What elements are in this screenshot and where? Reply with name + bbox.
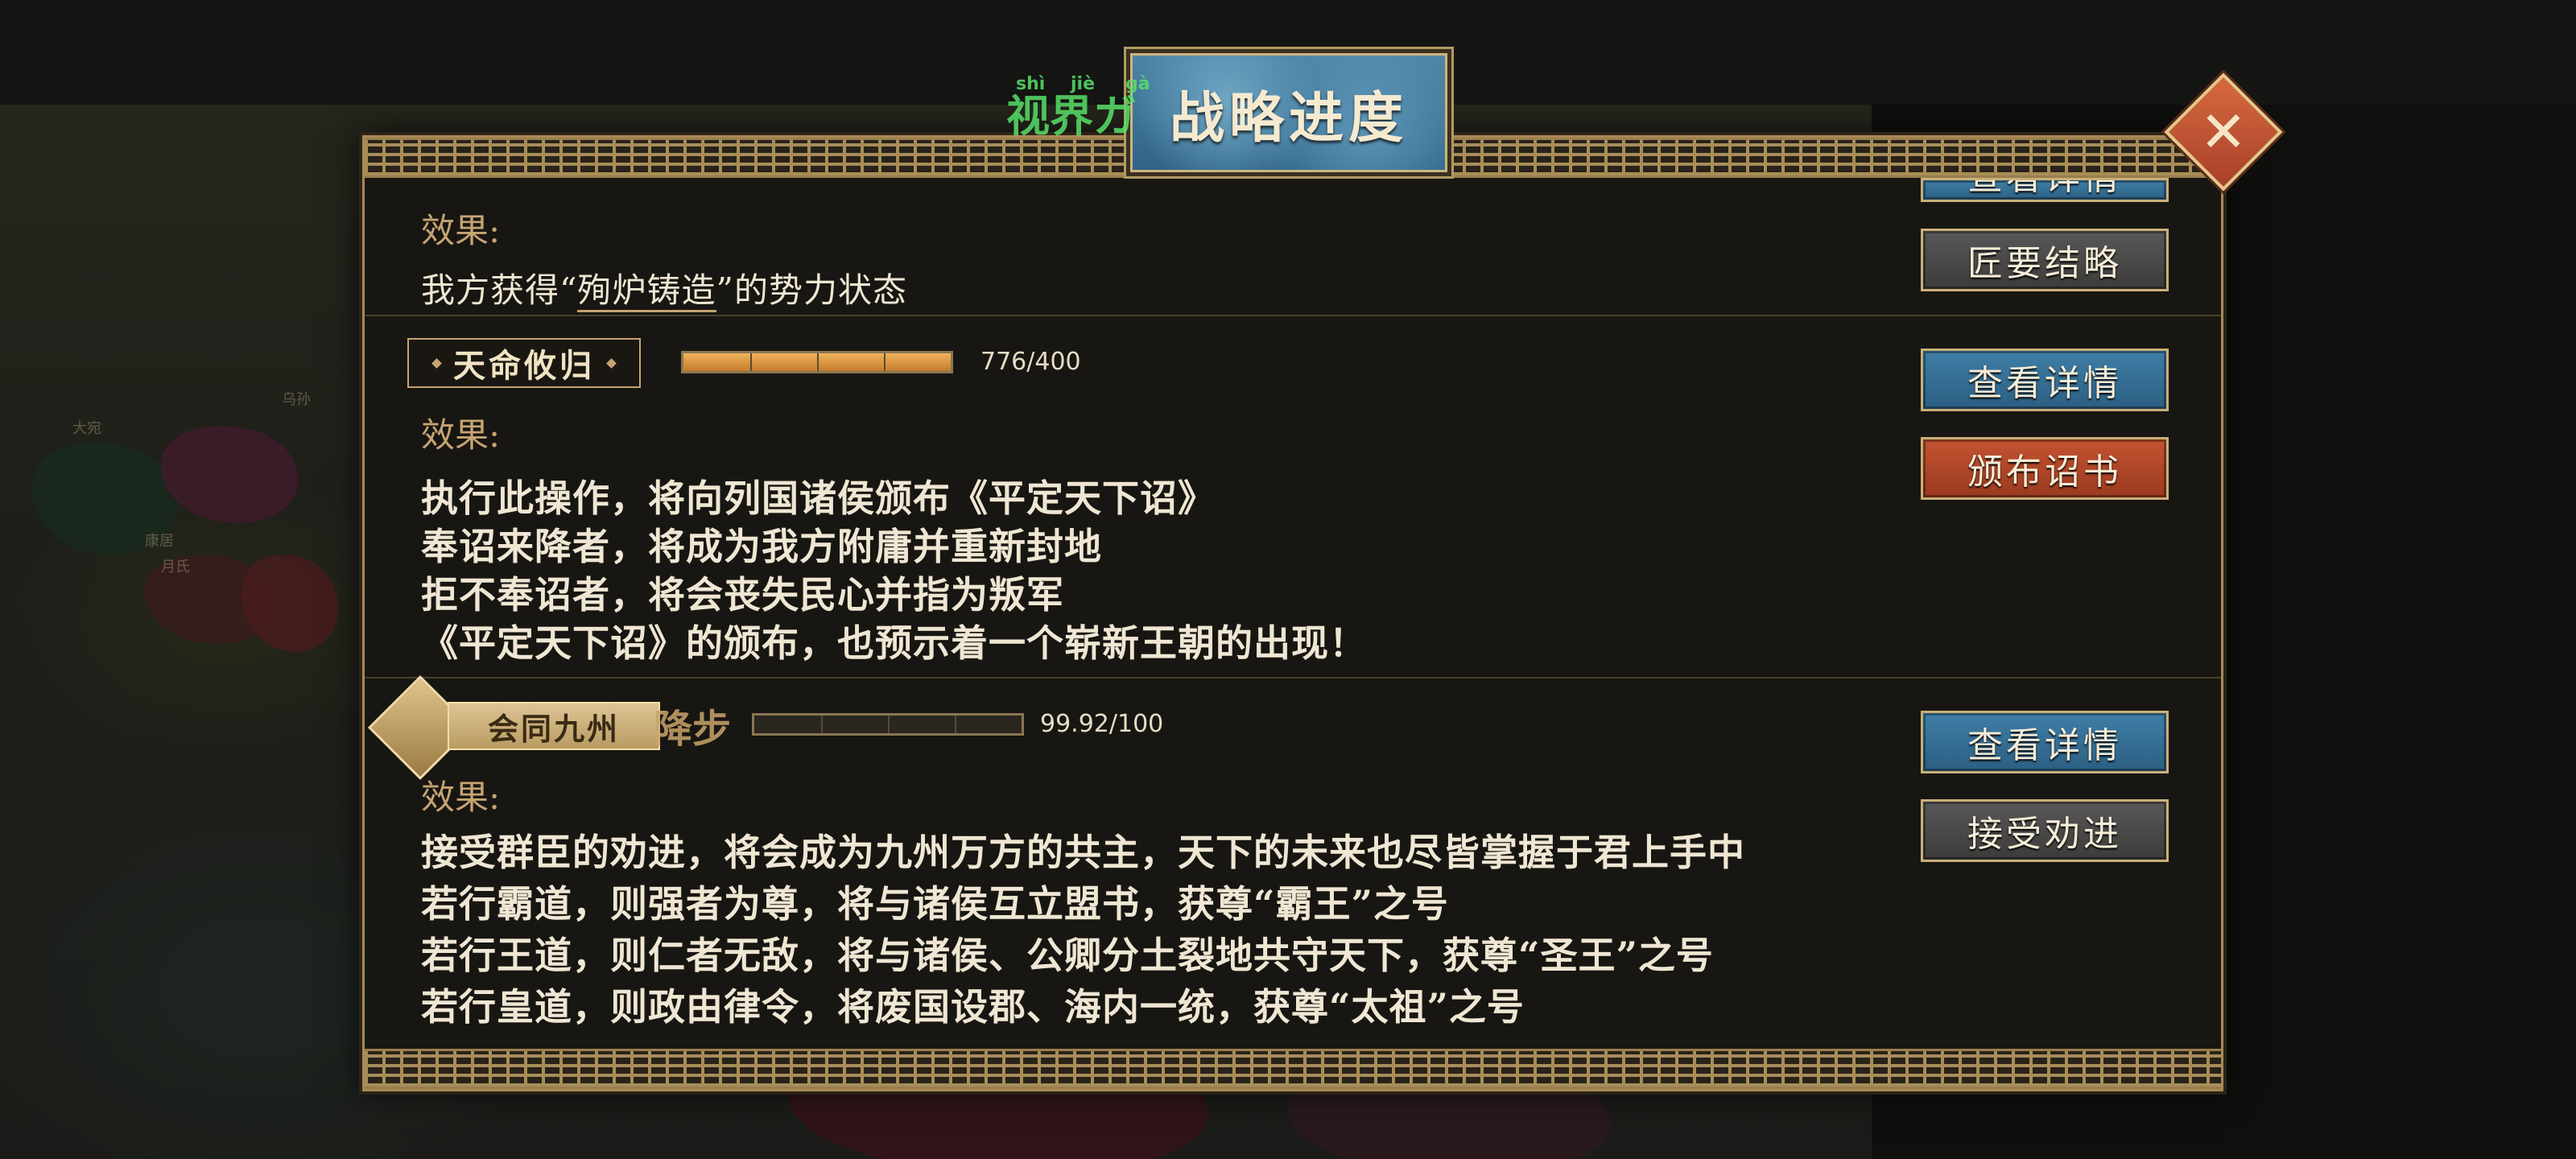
diamond-icon	[431, 357, 442, 369]
view-details-button[interactable]: 查看详情	[1921, 349, 2169, 411]
effect-line: 若行王道，则仁者无敌，将与诸侯、公卿分土裂地共守天下，获尊“圣王”之号	[421, 934, 1714, 977]
effect-text-suffix: ”的势力状态	[716, 270, 907, 310]
milestone-tag-label: 天命攸归	[453, 347, 595, 385]
effect-line: 拒不奉诏者，将会丧失民心并指为叛军	[421, 573, 1064, 617]
section-divider	[365, 677, 2221, 678]
effect-label: 效果:	[421, 211, 501, 250]
effect-line: 《平定天下诏》的颁布，也预示着一个崭新王朝的出现！	[421, 621, 1367, 665]
effect-line: 奉诏来降者，将成为我方附庸并重新封地	[421, 525, 1102, 568]
progress-bar-segment	[821, 716, 823, 733]
issue-edict-button[interactable]: 颁布诏书	[1921, 437, 2169, 500]
milestone-banner-label: 会同九州	[487, 710, 620, 747]
progress-bar-segment	[955, 716, 956, 733]
effect-line: 执行此操作，将向列国诸侯颁布《平定天下诏》	[421, 476, 1216, 520]
view-details-button[interactable]: 查看详情	[1921, 178, 2169, 202]
section-divider	[365, 315, 2221, 316]
progress-bar-segment	[750, 353, 752, 371]
effect-label: 效果:	[421, 777, 501, 817]
strategy-progress-dialog: 查看详情 效果: 我方获得“殉炉铸造”的势力状态 匠要结略 查看详情 颁布诏书 …	[362, 135, 2223, 1091]
close-icon: ✕	[2199, 99, 2248, 165]
progress-value: 776/400	[980, 348, 1081, 376]
diamond-icon	[606, 357, 617, 369]
effect-line: 若行霸道，则强者为尊，将与诸侯互立盟书，获尊“霸王”之号	[421, 882, 1449, 926]
effect-label: 效果:	[421, 415, 501, 455]
effect-line: 若行皇道，则政由律令，将废国设郡、海内一统，获尊“太祖”之号	[421, 985, 1525, 1029]
progress-bar-segment	[888, 716, 890, 733]
title-plaque: 战略进度	[1130, 53, 1447, 172]
milestone-banner: 会同九州	[448, 702, 660, 750]
progress-bar	[681, 351, 953, 373]
accept-persuasion-button[interactable]: 接受劝进	[1921, 799, 2169, 862]
progress-bar-segment	[884, 353, 886, 371]
secondary-action-button[interactable]: 匠要结略	[1921, 229, 2169, 291]
seal-mark: 降步	[654, 707, 732, 752]
effect-line: 接受群臣的劝进，将会成为九州万方的共主，天下的未来也尽皆掌握于君上手中	[421, 831, 1745, 874]
game-screen: 乌孙 大宛 康居 月氏 查看详情 效果: 我方获得“殉炉铸造”的势力状态 匠要结…	[0, 0, 2576, 1159]
progress-bar	[752, 713, 1024, 736]
progress-bar-segment	[817, 353, 819, 371]
dialog-border-bottom	[365, 1049, 2221, 1089]
effect-text-prefix: 我方获得“	[421, 270, 578, 310]
progress-value: 99.92/100	[1040, 710, 1164, 738]
view-details-button[interactable]: 查看详情	[1921, 711, 2169, 773]
effect-text: 我方获得“殉炉铸造”的势力状态	[421, 263, 907, 312]
dialog-title: 战略进度	[1169, 85, 1408, 151]
milestone-tag: 天命攸归	[407, 338, 641, 388]
status-link[interactable]: 殉炉铸造	[577, 270, 716, 312]
overlay-watermark: 视界ガ	[1006, 90, 1137, 142]
